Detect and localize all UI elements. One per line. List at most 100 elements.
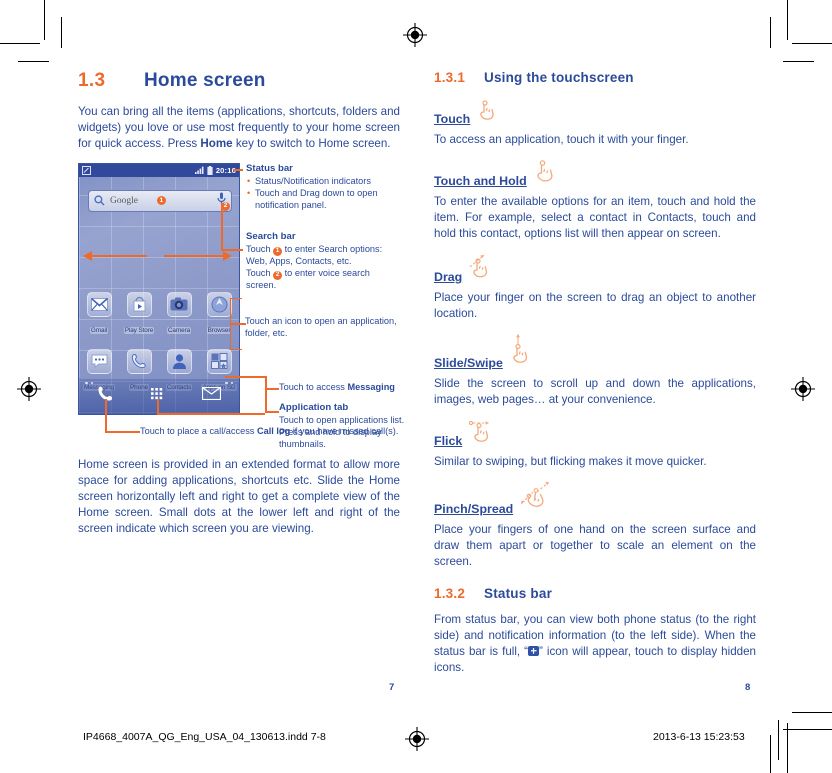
subsection-touch-hold-body: To enter the available options for an it… [434,194,756,240]
search-icon[interactable] [94,195,105,206]
leader-line-apptab-v [265,387,267,413]
callout-line: screen. [246,280,277,291]
callout-text-bold: Messaging [347,381,395,392]
subsection-slide-header: Slide/Swipe [434,333,756,370]
leader-line-app-icons [230,322,246,325]
play-store-icon [126,291,152,317]
app-play-store[interactable]: Play Store [121,291,157,337]
subsection-title: Slide/Swipe [434,355,503,370]
leader-line-search-bar-v [221,202,223,250]
notification-area [82,165,91,175]
subsection-pinch-header: Pinch/Spread [434,481,756,516]
phone-dock [79,377,239,414]
section-heading-1-3-1: 1.3.1 Using the touchscreen [434,70,756,85]
app-label: Camera [166,326,192,334]
app-label: Browser [206,326,232,334]
apps-on-sd-icon [206,348,232,374]
print-page: 1.3 Home screen You can bring all the it… [0,0,832,773]
leader-line-apptab-h [265,410,279,413]
callout-badge-1-ref: 1 [273,247,283,257]
touch-hold-hand-icon [533,159,559,188]
callout-text: to enter voice search [282,268,370,279]
crop-mark-bottom-right-v2 [770,735,771,773]
subsection-pinch-body: Place your fingers of one hand on the sc… [434,522,756,568]
leader-line-drawer-h [157,412,265,415]
messaging-icon [86,348,112,374]
callout-text: Touch [246,244,274,255]
callout-badge-1: 1 [156,196,166,206]
indd-filename: IP4668_4007A_QG_Eng_USA_04_130613.indd 7… [83,731,326,743]
gmail-icon [86,291,112,317]
crop-mark-top-left-v [44,0,45,40]
sim-notification-icon [82,165,91,175]
crop-mark-bottom-right-h2 [783,729,832,730]
leader-line-search-bar-h [221,248,243,251]
phone-mockup: 20:16 Google 1 2 Gmail Play Store Camera… [78,162,240,415]
subsection-title: Touch and Hold [434,173,527,188]
callout-text: Touch to access [279,381,348,392]
page-dot [85,381,88,385]
subsection-title: Flick [434,433,463,448]
status-bar-body: From status bar, you can view both phone… [434,612,756,676]
app-camera[interactable]: Camera [161,291,197,337]
subsection-title: Drag [434,269,463,284]
registration-mark-top [402,22,428,48]
section-title: Status bar [484,585,553,601]
crop-mark-top-right-h2 [783,61,814,62]
outro-paragraph: Home screen is provided in an extended f… [78,457,400,535]
phone-icon [126,348,152,374]
crop-mark-top-right-v2 [770,17,771,48]
app-label: Play Store [123,326,155,334]
callout-call-log: Touch to place a call/access Call log if… [140,426,402,438]
print-timestamp: 2013-6-13 15:23:53 [653,731,745,743]
crop-mark-top-right-v [787,0,788,40]
search-placeholder-text: Google [110,195,138,206]
app-gmail[interactable]: Gmail [81,291,117,337]
callout-text: if you have missed call(s). [290,425,399,436]
page-dot [230,381,233,385]
crop-mark-top-left-h [0,43,40,44]
registration-mark-right [790,376,816,402]
subsection-title: Pinch/Spread [434,501,514,516]
phone-status-bar[interactable]: 20:16 [79,163,239,177]
crop-mark-top-left-v2 [61,17,62,48]
crop-mark-bottom-right-h [792,712,832,713]
subsection-touch-body: To access an application, touch it with … [434,133,689,146]
callout-line: Touch 2 to enter voice search [246,268,401,281]
page-dot [225,381,228,385]
leader-line-messaging-h2 [265,387,279,390]
slide-left-arrow [83,250,147,261]
section-title: Home screen [144,70,266,91]
intro-paragraph: You can bring all the items (application… [78,104,400,152]
browser-icon [206,291,232,317]
callout-app-icon: Touch an icon to open an application, fo… [245,316,403,340]
callout-line: Web, Apps, Contacts, etc. [246,256,352,267]
page-indicator-left [85,381,93,385]
page-number-right: 8 [745,682,751,693]
callout-title: Status bar [246,162,293,174]
registration-mark-footer [404,726,430,752]
leader-line-calllog-h [105,430,140,433]
signal-bars-icon [194,167,204,175]
subsection-title: Touch [434,112,471,126]
touch-hand-icon [476,99,500,126]
google-search-widget[interactable]: Google 1 2 [88,189,232,212]
slide-hand-icon [509,333,537,370]
subsection-touch-header: Touch [434,99,756,126]
left-column: 1.3 Home screen You can bring all the it… [78,70,404,537]
flick-hand-icon [468,419,500,448]
leader-line-calllog-v [105,398,107,433]
pinch-spread-hand-icon [519,481,555,516]
footer-divider-rule [778,720,779,760]
contacts-icon [166,348,192,374]
subsection-flick-header: Flick [434,419,756,448]
subsection-flick-body: Similar to swiping, but flicking makes i… [434,454,707,468]
subsection-slide-body: Slide the screen to scroll up and down t… [434,376,756,406]
crop-mark-bottom-right-v [787,723,788,773]
page-dot [90,381,93,385]
section-number: 1.3 [78,70,106,91]
dock-messaging-icon[interactable] [201,387,222,405]
callout-title: Application tab [279,401,349,413]
section-heading-1-3: 1.3 Home screen [78,70,400,92]
crop-mark-top-right-h [792,43,832,44]
